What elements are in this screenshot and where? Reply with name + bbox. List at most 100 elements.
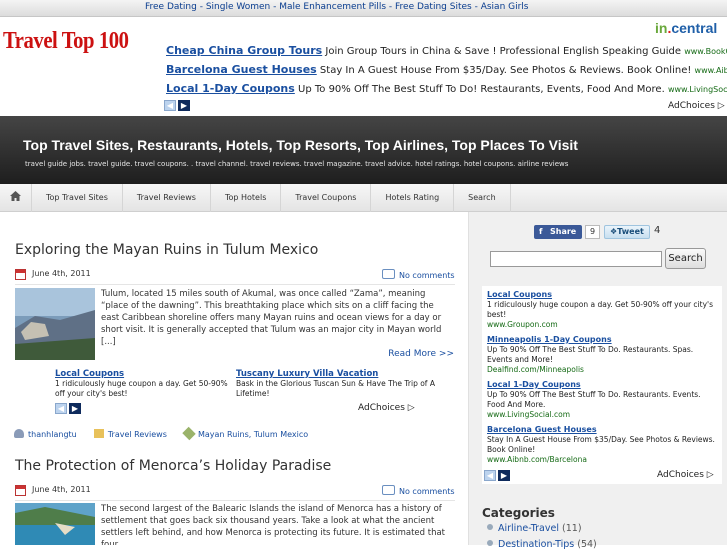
sidebar-ad-url[interactable]: www.Aibnb.com/Barcelona <box>487 455 587 464</box>
header-ad[interactable]: Local 1-Day Coupons Up To 90% Off The Be… <box>166 82 727 95</box>
site-logo[interactable]: Travel Top 100 <box>3 28 129 55</box>
author-icon <box>14 429 24 438</box>
header-ad-url[interactable]: www.LivingSoci... <box>668 85 727 94</box>
home-icon <box>10 191 21 201</box>
inline-ad[interactable]: Local Coupons 1 ridiculously huge coupon… <box>55 369 235 399</box>
search-input[interactable] <box>490 251 662 267</box>
header-ad-title[interactable]: Local 1-Day Coupons <box>166 82 295 95</box>
header-ad-text: Join Group Tours in China & Save ! Profe… <box>325 46 682 57</box>
inline-ad-text: Bask in the Glorious Tuscan Sun & Have T… <box>236 379 435 398</box>
post-category[interactable]: Travel Reviews <box>108 430 167 439</box>
adchoices-icon: ▷ <box>717 101 725 111</box>
top-link-free-dating[interactable]: Free Dating <box>145 2 197 12</box>
post-footer: thanhlangtu Travel Reviews Mayan Ruins, … <box>14 426 308 441</box>
sidebar-ad[interactable]: Local 1-Day Coupons Up To 90% Off The Be… <box>487 380 717 420</box>
read-more-link[interactable]: Read More >> <box>388 349 454 359</box>
hero-tag-list[interactable]: travel guide jobs. travel guide. travel … <box>25 160 568 168</box>
sidebar-ad-url[interactable]: www.LivingSocial.com <box>487 410 570 419</box>
post-meta: June 4th, 2011 No comments <box>15 483 455 501</box>
inline-ad-title[interactable]: Local Coupons <box>55 369 235 379</box>
inline-ad[interactable]: Tuscany Luxury Villa Vacation Bask in th… <box>236 369 436 399</box>
top-link-free-dating-sites[interactable]: Free Dating Sites <box>395 2 472 12</box>
main-content: Exploring the Mayan Ruins in Tulum Mexic… <box>0 212 468 545</box>
adchoices-label[interactable]: AdChoices ▷ <box>657 470 714 480</box>
nav-top-hotels[interactable]: Top Hotels <box>211 184 282 212</box>
post-excerpt: Tulum, located 15 miles south of Akumal,… <box>101 289 442 347</box>
post-excerpt: The second largest of the Balearic Islan… <box>101 504 446 545</box>
prev-arrow-icon[interactable]: ◀ <box>164 100 176 111</box>
sidebar-ad[interactable]: Minneapolis 1-Day Coupons Up To 90% Off … <box>487 335 717 375</box>
header-ad[interactable]: Cheap China Group Tours Join Group Tours… <box>166 44 727 57</box>
inline-ad-text: 1 ridiculously huge coupon a day. Get 50… <box>55 379 228 398</box>
nav-travel-reviews[interactable]: Travel Reviews <box>123 184 211 212</box>
top-link-single-women[interactable]: Single Women <box>206 2 270 12</box>
post-date: June 4th, 2011 <box>32 485 91 494</box>
folder-icon <box>93 429 104 438</box>
hero-banner: Top Travel Sites, Restaurants, Hotels, T… <box>0 116 727 184</box>
top-bar: Free Dating - Single Women - Male Enhanc… <box>0 0 727 17</box>
main-nav: Top Travel Sites Travel Reviews Top Hote… <box>0 184 727 212</box>
sidebar-ad-text: Up To 90% Off The Best Stuff To Do. Rest… <box>487 345 694 364</box>
hero-title: Top Travel Sites, Restaurants, Hotels, T… <box>23 137 578 153</box>
next-arrow-icon[interactable]: ▶ <box>69 403 81 414</box>
header-ad-title[interactable]: Cheap China Group Tours <box>166 44 322 57</box>
inline-ad-pager: ◀ ▶ <box>55 403 81 414</box>
adchoices-label[interactable]: AdChoices ▷ <box>668 101 725 111</box>
tag-icon <box>182 426 196 441</box>
tweet-button[interactable]: ❖Tweet <box>604 225 650 239</box>
post-title[interactable]: Exploring the Mayan Ruins in Tulum Mexic… <box>15 242 318 258</box>
nav-home[interactable] <box>0 184 32 212</box>
sidebar-ad-title[interactable]: Minneapolis 1-Day Coupons <box>487 335 717 345</box>
nav-search[interactable]: Search <box>454 184 511 212</box>
calendar-icon <box>15 269 26 280</box>
post-thumbnail[interactable] <box>15 503 95 545</box>
facebook-share-button[interactable]: f Share <box>534 225 583 239</box>
sidebar-ad[interactable]: Barcelona Guest Houses Stay In A Guest H… <box>487 425 717 465</box>
sidebar-ad-block: Local Coupons 1 ridiculously huge coupon… <box>482 286 722 484</box>
category-name[interactable]: Airline-Travel <box>498 523 559 534</box>
sidebar-ad[interactable]: Local Coupons 1 ridiculously huge coupon… <box>487 290 717 330</box>
header-ad[interactable]: Barcelona Guest Houses Stay In A Guest H… <box>166 63 727 76</box>
next-arrow-icon[interactable]: ▶ <box>178 100 190 111</box>
search-button[interactable]: Search <box>665 248 706 269</box>
sidebar-ad-title[interactable]: Local 1-Day Coupons <box>487 380 717 390</box>
tweet-count: 4 <box>654 225 661 236</box>
adchoices-label[interactable]: AdChoices ▷ <box>358 403 415 413</box>
comments-link[interactable]: No comments <box>382 485 455 496</box>
nav-top-travel-sites[interactable]: Top Travel Sites <box>32 184 123 212</box>
post-author[interactable]: thanhlangtu <box>28 430 77 439</box>
post-date: June 4th, 2011 <box>32 269 91 278</box>
top-link-male-enhancement[interactable]: Male Enhancement Pills <box>279 2 386 12</box>
adchoices-icon: ▷ <box>706 470 714 480</box>
post-title[interactable]: The Protection of Menorca’s Holiday Para… <box>15 458 331 474</box>
sidebar-ad-title[interactable]: Local Coupons <box>487 290 717 300</box>
prev-arrow-icon[interactable]: ◀ <box>55 403 67 414</box>
category-count: (11) <box>562 523 582 534</box>
header-ad-url[interactable]: www.BookCh... <box>684 47 727 56</box>
next-arrow-icon[interactable]: ▶ <box>498 470 510 481</box>
categories-heading: Categories <box>482 506 555 520</box>
nav-travel-coupons[interactable]: Travel Coupons <box>281 184 372 212</box>
header-ad-text: Up To 90% Off The Best Stuff To Do! Rest… <box>298 84 665 95</box>
comments-link[interactable]: No comments <box>382 269 455 280</box>
header-ad-url[interactable]: www.Aibn... <box>695 66 727 75</box>
post-thumbnail[interactable] <box>15 288 95 360</box>
inline-ad-title[interactable]: Tuscany Luxury Villa Vacation <box>236 369 436 379</box>
nav-hotels-rating[interactable]: Hotels Rating <box>371 184 455 212</box>
share-count: 9 <box>585 225 601 239</box>
sidebar-ad-url[interactable]: Dealfind.com/Minneapolis <box>487 365 584 374</box>
sidebar-ad-title[interactable]: Barcelona Guest Houses <box>487 425 717 435</box>
post-tags[interactable]: Mayan Ruins, Tulum Mexico <box>198 430 308 439</box>
sidebar-ad-url[interactable]: www.Groupon.com <box>487 320 558 329</box>
top-link-asian-girls[interactable]: Asian Girls <box>481 2 529 12</box>
header-ad-title[interactable]: Barcelona Guest Houses <box>166 63 317 76</box>
sidebar-ad-text: Up To 90% Off The Best Stuff To Do. Rest… <box>487 390 701 409</box>
header-ad-text: Stay In A Guest House From $35/Day. See … <box>319 65 692 76</box>
header-ad-pager: ◀ ▶ <box>164 100 190 111</box>
sidebar-ad-text: 1 ridiculously huge coupon a day. Get 50… <box>487 300 713 319</box>
calendar-icon <box>15 485 26 496</box>
incentral-logo[interactable]: in.central <box>655 20 717 36</box>
prev-arrow-icon[interactable]: ◀ <box>484 470 496 481</box>
adchoices-icon: ▷ <box>407 403 415 413</box>
category-item[interactable]: Airline-Travel (11) <box>487 523 582 534</box>
